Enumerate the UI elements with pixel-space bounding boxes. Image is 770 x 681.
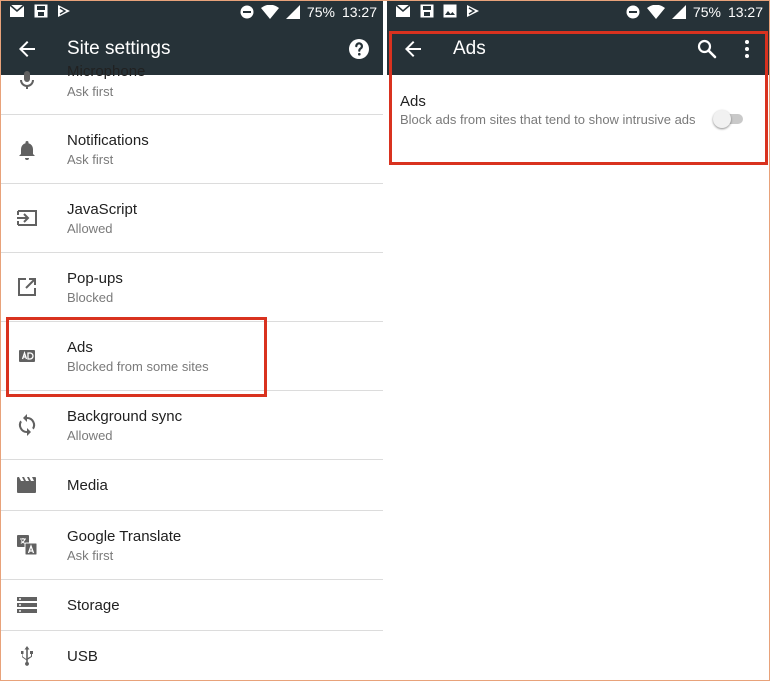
setting-title: Background sync <box>67 408 183 425</box>
ads-icon <box>19 350 35 362</box>
back-arrow-icon[interactable] <box>401 37 425 61</box>
setting-title: Ads <box>67 339 93 356</box>
more-options-icon[interactable] <box>735 37 759 61</box>
setting-row-google-translate[interactable]: Google Translate Ask first <box>1 511 383 580</box>
setting-title: Media <box>67 477 108 494</box>
email-notification-icon <box>9 4 25 17</box>
setting-row-notifications[interactable]: Notifications Ask first <box>1 115 383 184</box>
page-title: Ads <box>453 38 486 59</box>
do-not-disturb-icon <box>240 5 254 19</box>
setting-row-background-sync[interactable]: Background sync Allowed <box>1 391 383 460</box>
setting-subtitle: Allowed <box>67 428 113 443</box>
javascript-icon <box>17 210 37 226</box>
setting-subtitle: Allowed <box>67 221 113 236</box>
setting-subtitle: Ask first <box>67 84 114 99</box>
setting-subtitle: Ask first <box>67 152 114 167</box>
usb-icon <box>21 646 33 666</box>
popup-icon <box>18 278 36 296</box>
status-bar: 75% 13:27 <box>1 1 383 23</box>
ads-setting-title: Ads <box>400 93 426 110</box>
ads-setting-row[interactable]: Ads Block ads from sites that tend to sh… <box>387 75 769 162</box>
setting-title: USB <box>67 648 98 665</box>
bell-icon <box>19 141 35 160</box>
ads-settings-screen: 75% 13:27 Ads Ads Block ads from sites t… <box>387 1 769 680</box>
setting-row-usb[interactable]: USB <box>1 631 383 680</box>
battery-level: 75% <box>306 4 335 20</box>
email-notification-icon <box>395 4 411 17</box>
clock: 13:27 <box>341 4 377 20</box>
do-not-disturb-icon <box>626 5 640 19</box>
play-store-notification-icon <box>58 5 70 17</box>
setting-subtitle: Blocked <box>67 290 114 305</box>
setting-title: Pop-ups <box>67 270 123 287</box>
storage-icon <box>17 597 37 613</box>
setting-title: Google Translate <box>67 528 182 545</box>
ads-setting-description: Block ads from sites that tend to show i… <box>400 112 696 127</box>
setting-title: JavaScript <box>67 201 138 218</box>
signal-icon <box>285 5 300 19</box>
sync-icon <box>18 414 36 436</box>
wifi-icon <box>646 5 665 19</box>
image-notification-icon <box>443 4 457 18</box>
signal-icon <box>671 5 686 19</box>
save-notification-icon <box>420 4 434 18</box>
status-bar: 75% 13:27 <box>387 1 769 23</box>
setting-row-popups[interactable]: Pop-ups Blocked <box>1 253 383 322</box>
setting-row-microphone[interactable]: Microphone Ask first <box>1 51 383 115</box>
clock: 13:27 <box>727 4 763 20</box>
setting-row-media[interactable]: Media <box>1 460 383 511</box>
app-bar: Ads <box>387 23 769 75</box>
battery-level: 75% <box>692 4 721 20</box>
setting-subtitle: Ask first <box>67 548 114 563</box>
mic-icon <box>20 71 34 89</box>
setting-title: Microphone <box>67 63 146 80</box>
setting-subtitle: Blocked from some sites <box>67 359 209 374</box>
media-icon <box>17 477 36 493</box>
wifi-icon <box>260 5 279 19</box>
toggle-thumb <box>713 110 731 128</box>
search-icon[interactable] <box>695 37 719 61</box>
save-notification-icon <box>34 4 48 18</box>
play-store-notification-icon <box>467 5 479 17</box>
setting-title: Storage <box>67 597 120 614</box>
setting-row-javascript[interactable]: JavaScript Allowed <box>1 184 383 253</box>
site-settings-screen: 75% 13:27 Site settings Microphone Ask f… <box>1 1 383 680</box>
setting-row-storage[interactable]: Storage <box>1 580 383 631</box>
setting-title: Notifications <box>67 132 149 149</box>
setting-row-ads[interactable]: Ads Blocked from some sites <box>1 322 383 391</box>
ads-toggle-switch[interactable] <box>713 108 745 128</box>
translate-icon <box>17 535 38 556</box>
